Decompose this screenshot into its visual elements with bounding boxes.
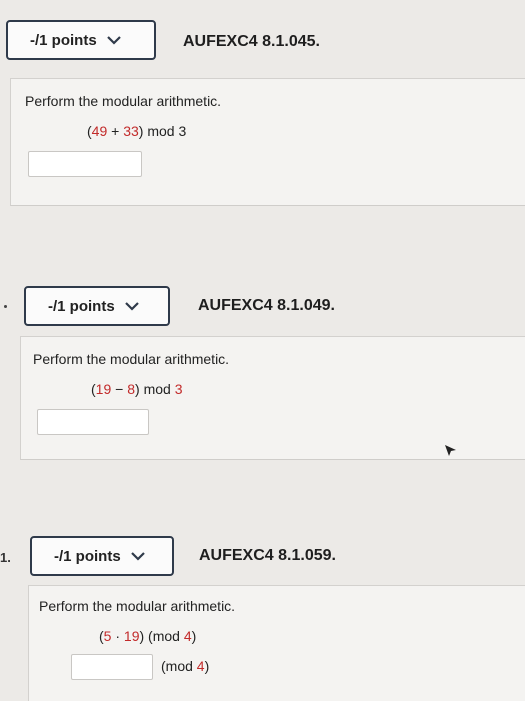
points-label: -/1 points [54, 547, 121, 565]
points-label: -/1 points [48, 297, 115, 315]
expression: (19 − 8) mod 3 [91, 381, 183, 397]
points-label: -/1 points [30, 31, 97, 49]
divider-dot [4, 305, 7, 308]
chevron-down-icon [106, 36, 121, 45]
question-body: Perform the modular arithmetic. (5 · 19)… [28, 585, 525, 701]
points-dropdown-button[interactable]: -/1 points [6, 20, 156, 60]
answer-input[interactable] [37, 409, 149, 435]
points-dropdown-button[interactable]: -/1 points [24, 286, 170, 326]
question-id: AUFEXC4 8.1.045. [183, 33, 320, 50]
question-body: Perform the modular arithmetic. (19 − 8)… [20, 336, 525, 460]
question-number: 1. [0, 550, 11, 565]
expression: (5 · 19) (mod 4) [99, 628, 197, 644]
mouse-cursor-icon [445, 445, 456, 456]
question-body: Perform the modular arithmetic. (49 + 33… [10, 78, 525, 206]
instruction-text: Perform the modular arithmetic. [25, 93, 222, 109]
instruction-text: Perform the modular arithmetic. [33, 351, 230, 367]
answer-input[interactable] [71, 654, 153, 680]
instruction-text: Perform the modular arithmetic. [39, 598, 236, 614]
chevron-down-icon [130, 552, 145, 561]
expression: (49 + 33) mod 3 [87, 123, 187, 139]
answer-input[interactable] [28, 151, 142, 177]
chevron-down-icon [124, 302, 139, 311]
points-dropdown-button[interactable]: -/1 points [30, 536, 174, 576]
question-id: AUFEXC4 8.1.059. [199, 547, 336, 564]
answer-mod-suffix: (mod 4) [161, 658, 210, 674]
question-id: AUFEXC4 8.1.049. [198, 297, 335, 314]
